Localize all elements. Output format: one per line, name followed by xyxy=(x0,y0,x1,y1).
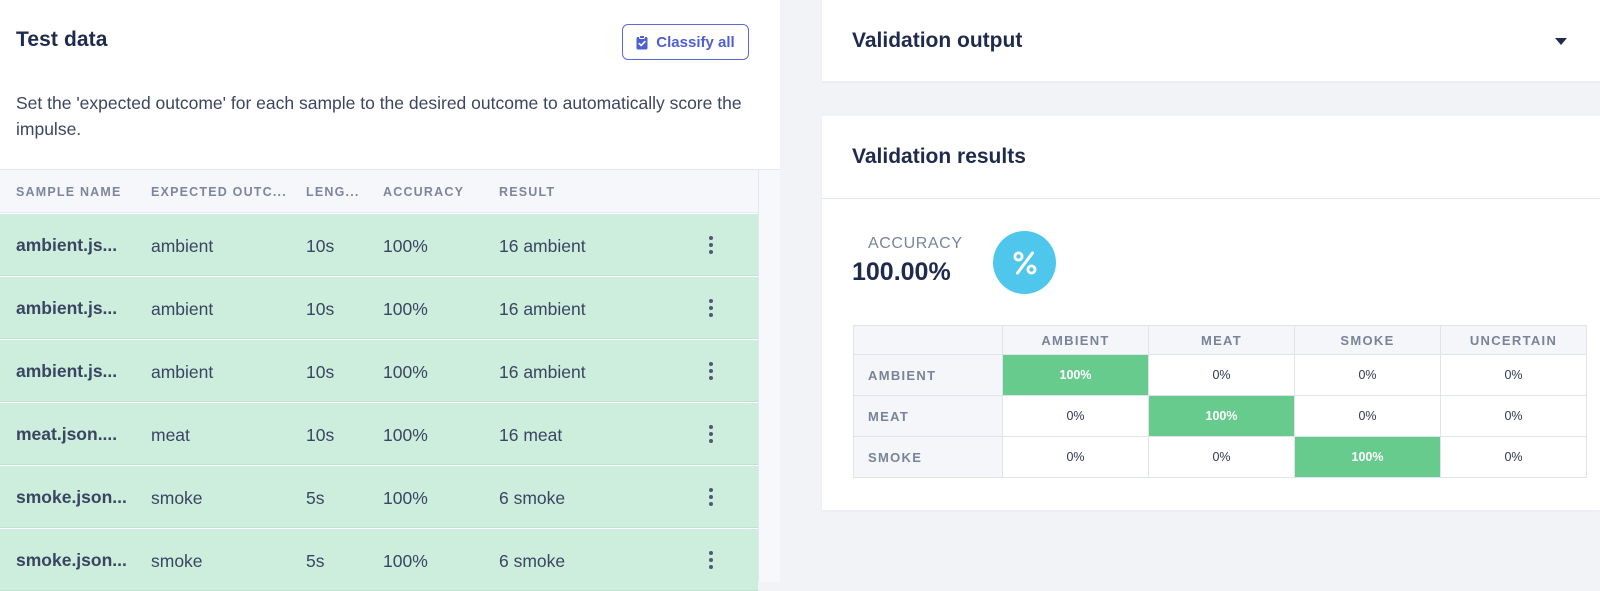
cell-name: meat.json.... xyxy=(16,424,118,444)
cell-result: 16 ambient xyxy=(499,299,586,319)
more-options-icon[interactable] xyxy=(705,236,717,254)
cell-accuracy: 100% xyxy=(383,425,428,445)
cell-expected: ambient xyxy=(151,362,214,382)
more-options-icon[interactable] xyxy=(705,425,717,443)
cell-expected: meat xyxy=(151,425,190,445)
cell-expected: smoke xyxy=(151,488,203,508)
cell-name: smoke.json... xyxy=(16,550,127,570)
cell-length: 10s xyxy=(306,299,335,319)
more-options-icon[interactable] xyxy=(705,551,717,569)
more-options-icon[interactable] xyxy=(705,362,717,380)
matrix-corner xyxy=(853,325,1003,355)
table-row[interactable]: smoke.json... smoke 5s 100% 6 smoke xyxy=(0,529,758,591)
caret-down-icon[interactable] xyxy=(1555,38,1567,45)
table-header: SAMPLE NAME EXPECTED OUTC... LENG... ACC… xyxy=(0,170,760,213)
cell-name: ambient.js... xyxy=(16,235,118,255)
column-length[interactable]: LENG... xyxy=(306,185,360,199)
cell-length: 5s xyxy=(306,488,325,508)
matrix-row: AMBIENT 100% 0% 0% 0% xyxy=(853,354,1587,396)
matrix-col-header: AMBIENT xyxy=(1002,325,1149,355)
table-scrollbar[interactable] xyxy=(758,170,780,582)
matrix-cell: 0% xyxy=(1440,436,1587,478)
matrix-row-header: AMBIENT xyxy=(853,354,1003,396)
test-data-panel: Test data Classify all Set the 'expected… xyxy=(0,0,780,591)
cell-accuracy: 100% xyxy=(383,362,428,382)
cell-name: smoke.json... xyxy=(16,487,127,507)
cell-accuracy: 100% xyxy=(383,236,428,256)
cell-length: 10s xyxy=(306,425,335,445)
matrix-col-header: UNCERTAIN xyxy=(1440,325,1587,355)
cell-length: 10s xyxy=(306,362,335,382)
table-row[interactable]: smoke.json... smoke 5s 100% 6 smoke xyxy=(0,466,758,528)
column-expected-outcome[interactable]: EXPECTED OUTC... xyxy=(151,185,287,199)
cell-expected: smoke xyxy=(151,551,203,571)
cell-result: 6 smoke xyxy=(499,488,566,508)
column-sample-name[interactable]: SAMPLE NAME xyxy=(16,185,122,199)
cell-length: 5s xyxy=(306,551,325,571)
cell-accuracy: 100% xyxy=(383,551,428,571)
validation-output-title: Validation output xyxy=(852,29,1023,52)
matrix-col-header: SMOKE xyxy=(1294,325,1441,355)
more-options-icon[interactable] xyxy=(705,299,717,317)
cell-name: ambient.js... xyxy=(16,361,118,381)
matrix-cell: 0% xyxy=(1294,354,1441,396)
table-row[interactable]: meat.json.... meat 10s 100% 16 meat xyxy=(0,403,758,465)
table-row[interactable]: ambient.js... ambient 10s 100% 16 ambient xyxy=(0,277,758,339)
accuracy-label: ACCURACY xyxy=(868,235,963,252)
percent-icon xyxy=(993,231,1056,294)
table-row[interactable]: ambient.js... ambient 10s 100% 16 ambient xyxy=(0,340,758,402)
classify-all-label: Classify all xyxy=(656,33,735,51)
matrix-cell: 0% xyxy=(1002,436,1149,478)
matrix-cell: 100% xyxy=(1002,354,1149,396)
samples-table: SAMPLE NAME EXPECTED OUTC... LENG... ACC… xyxy=(0,169,780,591)
column-accuracy[interactable]: ACCURACY xyxy=(383,185,464,199)
test-data-description: Set the 'expected outcome' for each samp… xyxy=(16,93,742,139)
matrix-cell: 0% xyxy=(1440,395,1587,437)
cell-result: 16 ambient xyxy=(499,362,586,382)
column-result[interactable]: RESULT xyxy=(499,185,555,199)
matrix-cell: 100% xyxy=(1148,395,1295,437)
divider xyxy=(822,198,1600,199)
more-options-icon[interactable] xyxy=(705,488,717,506)
cell-accuracy: 100% xyxy=(383,488,428,508)
test-data-title: Test data xyxy=(16,28,108,51)
cell-result: 16 meat xyxy=(499,425,563,445)
cell-length: 10s xyxy=(306,236,335,256)
classify-all-button[interactable]: Classify all xyxy=(622,24,749,60)
cell-result: 16 ambient xyxy=(499,236,586,256)
accuracy-value: 100.00% xyxy=(852,258,951,286)
matrix-cell: 0% xyxy=(1294,395,1441,437)
matrix-body: AMBIENT 100% 0% 0% 0% MEAT 0% 100% 0% 0% SMOKE 0% 0%… xyxy=(853,354,1587,478)
matrix-cell: 0% xyxy=(1148,354,1295,396)
cell-expected: ambient xyxy=(151,236,214,256)
validation-results-title: Validation results xyxy=(852,145,1026,168)
matrix-col-header: MEAT xyxy=(1148,325,1295,355)
validation-results-panel: Validation results ACCURACY 100.00% AMBI… xyxy=(822,116,1600,510)
clipboard-check-icon xyxy=(636,34,648,49)
table-row[interactable]: ambient.js... ambient 10s 100% 16 ambient xyxy=(0,214,758,276)
cell-name: ambient.js... xyxy=(16,298,118,318)
validation-output-panel[interactable]: Validation output xyxy=(822,0,1600,81)
matrix-row-header: MEAT xyxy=(853,395,1003,437)
matrix-cell: 0% xyxy=(1440,354,1587,396)
cell-result: 6 smoke xyxy=(499,551,566,571)
matrix-row-header: SMOKE xyxy=(853,436,1003,478)
cell-accuracy: 100% xyxy=(383,299,428,319)
matrix-cell: 0% xyxy=(1002,395,1149,437)
confusion-matrix: AMBIENT MEAT SMOKE UNCERTAIN AMBIENT 100%… xyxy=(853,325,1587,478)
cell-expected: ambient xyxy=(151,299,214,319)
matrix-row: SMOKE 0% 0% 100% 0% xyxy=(853,436,1587,478)
matrix-cell: 100% xyxy=(1294,436,1441,478)
matrix-cell: 0% xyxy=(1148,436,1295,478)
matrix-row: MEAT 0% 100% 0% 0% xyxy=(853,395,1587,437)
